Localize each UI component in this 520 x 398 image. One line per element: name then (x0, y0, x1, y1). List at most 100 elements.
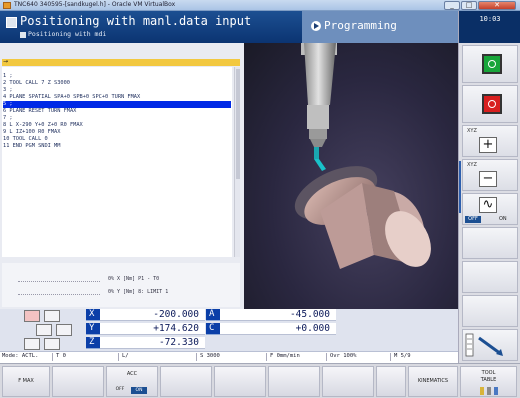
empty-softkey-f[interactable] (376, 366, 406, 397)
empty-softkey-e[interactable] (322, 366, 374, 397)
tool-table-icon (480, 387, 498, 395)
cycle-start-softkey[interactable] (462, 45, 518, 83)
program-listing[interactable]: 1 ; 2 TOOL CALL 7 Z S3000 3 ; 4 PLANE SP… (2, 67, 232, 257)
c-axis-value: +0.000 (220, 323, 336, 335)
program-scrollbar-thumb[interactable] (236, 69, 240, 179)
xyz-minus-caption: XYZ (467, 162, 477, 168)
x-axis-value: -200.000 (100, 309, 205, 321)
display-toggle-icon[interactable] (44, 310, 60, 322)
cycle-stop-icon (482, 94, 502, 114)
close-icon: ✕ (494, 1, 500, 9)
display-mode: Mode: ACTL. (2, 353, 39, 359)
empty-softkey-c[interactable] (214, 366, 266, 397)
mode-title: Positioning with manl.data input (20, 14, 252, 28)
m-function: M 5/9 (394, 353, 411, 359)
mode-subtitle: Positioning with mdi (28, 30, 107, 38)
program-line-selected[interactable]: 5 ; (3, 101, 231, 108)
minimize-button[interactable]: _ (444, 1, 460, 10)
acc-on-label: ON (131, 387, 147, 394)
program-line[interactable]: 3 ; (3, 87, 13, 94)
empty-softkey-2[interactable] (462, 261, 518, 293)
program-header-bar: → (2, 58, 240, 66)
spindle-speed: S 3000 (200, 353, 220, 359)
3d-machine-view[interactable] (244, 43, 458, 309)
active-plane: L/ (122, 353, 129, 359)
plus-icon: + (479, 137, 497, 153)
softkey-scroll-indicator (459, 161, 461, 213)
program-line[interactable]: 7 ; (3, 115, 13, 122)
program-line[interactable]: 11 END PGM SNDI MM (3, 143, 60, 150)
minus-icon: − (479, 171, 497, 187)
xyz-plus-softkey[interactable]: XYZ + (462, 125, 518, 157)
mdi-document-icon (6, 17, 17, 28)
toggle-off-label: OFF (465, 216, 481, 223)
empty-softkey-b[interactable] (160, 366, 212, 397)
program-line[interactable]: 4 PLANE SPATIAL SPA+0 SPB+0 SPC+0 TURN F… (3, 94, 140, 101)
minimize-icon: _ (450, 1, 454, 9)
program-line[interactable]: 8 L X-290 Y+0 Z+0 R0 FMAX (3, 122, 83, 129)
acc-off-label: OFF (115, 387, 125, 392)
tool-table-softkey[interactable]: TOOL TABLE (460, 366, 517, 397)
a-axis-label: A (206, 309, 220, 321)
unit-icon[interactable] (44, 338, 60, 350)
xyz-minus-softkey[interactable]: XYZ − (462, 159, 518, 191)
y-load-text: 0% Y [Nm] 8: LIMIT 1 (108, 289, 169, 295)
home-icon[interactable] (36, 324, 52, 336)
y-load-bar (18, 290, 100, 295)
machine-simulation-graphic (294, 43, 431, 269)
program-panel: → 1 ; 2 TOOL CALL 7 Z S3000 3 ; 4 PLANE … (0, 43, 244, 309)
empty-softkey-a[interactable] (52, 366, 104, 397)
a-axis-value: -45.000 (220, 309, 336, 321)
maximize-button[interactable]: □ (461, 1, 477, 10)
empty-softkey-3[interactable] (462, 295, 518, 327)
tool-table-icon[interactable] (24, 310, 40, 322)
program-line[interactable]: 10 TOOL CALL 0 (3, 136, 48, 143)
kinematics-softkey[interactable]: KINEMATICS (408, 366, 458, 397)
c-axis-label: C (206, 323, 220, 335)
override: Ovr 100% (330, 353, 357, 359)
window-title: TNC640 340595-[sandkugel.h] - Oracle VM … (14, 1, 176, 8)
programming-mode-tab[interactable]: Programming (302, 11, 458, 43)
program-line[interactable]: 1 ; (3, 73, 13, 80)
program-scrollbar[interactable] (234, 67, 240, 257)
close-button[interactable]: ✕ (478, 1, 516, 10)
xyz-plus-caption: XYZ (467, 128, 477, 134)
softkey-row: F MAX ACC OFF ON KINEMATICS TOOL TABLE (0, 363, 520, 398)
right-softkey-column: 10:03 XYZ + XYZ − ∿ OFF ON (458, 11, 520, 363)
kinematics-arrow-icon (465, 333, 503, 357)
program-line[interactable]: 9 L IZ+100 R0 FMAX (3, 129, 60, 136)
maximize-icon: □ (465, 1, 473, 9)
program-line[interactable]: 2 TOOL CALL 7 Z S3000 (3, 80, 70, 87)
program-arrow-icon: → (3, 58, 9, 65)
programming-label: Programming (324, 19, 397, 32)
position-icon[interactable] (56, 324, 72, 336)
operating-mode-area: Positioning with manl.data input Positio… (0, 11, 302, 43)
acc-softkey[interactable]: ACC OFF ON (106, 366, 158, 397)
wave-icon: ∿ (479, 197, 497, 213)
x-load-bar (18, 277, 100, 282)
status-mode-bar: Mode: ACTL. T 0 L/ S 3000 F 0mm/min Ovr … (0, 351, 458, 361)
y-axis-value: +174.620 (100, 323, 205, 335)
app-icon (3, 2, 11, 9)
clock: 10:03 (459, 11, 520, 43)
wave-toggle-softkey[interactable]: ∿ OFF ON (462, 193, 518, 225)
programming-play-icon (311, 21, 321, 31)
kinematics-view-softkey[interactable] (462, 329, 518, 361)
cycle-stop-softkey[interactable] (462, 85, 518, 123)
header: Positioning with manl.data input Positio… (0, 11, 458, 43)
z-axis-value: -72.330 (100, 337, 205, 349)
position-display: X -200.000 Y +174.620 Z -72.330 A -45.00… (0, 309, 458, 361)
active-tool: T 0 (56, 353, 66, 359)
mdi-small-icon (20, 32, 26, 38)
x-load-text: 0% X [Nm] P1 - T0 (108, 276, 160, 282)
empty-softkey-d[interactable] (268, 366, 320, 397)
feed-rate: F 0mm/min (270, 353, 300, 359)
program-line[interactable]: 6 PLANE RESET TURN FMAX (3, 108, 76, 115)
toggle-on-label: ON (499, 216, 507, 222)
ref-icon[interactable] (24, 338, 40, 350)
window-title-bar: TNC640 340595-[sandkugel.h] - Oracle VM … (0, 0, 520, 11)
empty-softkey-1[interactable] (462, 227, 518, 259)
program-status-area: 0% X [Nm] P1 - T0 0% Y [Nm] 8: LIMIT 1 (2, 263, 240, 307)
f-max-softkey[interactable]: F MAX (2, 366, 50, 397)
cycle-start-icon (482, 54, 502, 74)
